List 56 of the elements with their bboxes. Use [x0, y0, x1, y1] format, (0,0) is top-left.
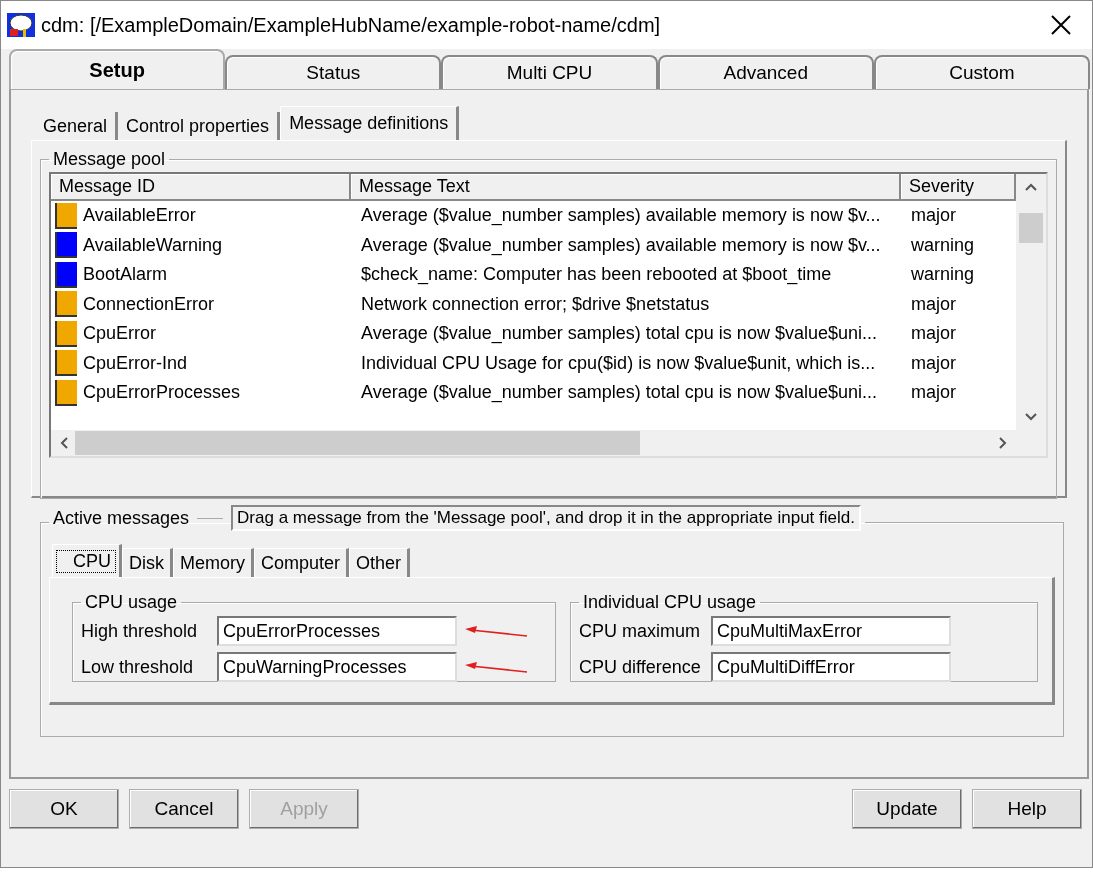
tab[interactable]: Computer: [254, 548, 350, 577]
input-field[interactable]: CpuMultiMaxError: [711, 616, 951, 646]
tab[interactable]: Multi CPU: [441, 55, 658, 89]
input-field[interactable]: CpuMultiDiffError: [711, 652, 951, 682]
tab[interactable]: Custom: [873, 55, 1090, 89]
field-label: Low threshold: [81, 656, 195, 678]
message-text: Network connection error; $drive $netstatus: [360, 293, 711, 315]
message-id[interactable]: AvailableError: [83, 205, 196, 227]
field-label: High threshold: [81, 620, 199, 642]
message-text: Individual CPU Usage for cpu($id) is now $value$unit, which is...: [360, 352, 877, 374]
column-header[interactable]: Message Text: [351, 174, 901, 201]
severity-text: major: [910, 352, 957, 374]
tab[interactable]: Other: [349, 548, 411, 577]
dialog-button[interactable]: Cancel: [129, 789, 239, 829]
group-title: CPU usage: [84, 592, 179, 613]
scrollbar-thumb[interactable]: [1019, 213, 1043, 243]
group-title: Active messages: [53, 507, 190, 529]
tab[interactable]: Advanced: [657, 55, 874, 89]
dialog-button[interactable]: Help: [972, 789, 1082, 829]
column-header[interactable]: Message ID: [51, 174, 351, 201]
input-field[interactable]: CpuErrorProcesses: [217, 616, 457, 646]
severity-text: major: [910, 323, 957, 345]
message-id[interactable]: AvailableWarning: [83, 234, 223, 256]
tab[interactable]: CPU: [52, 544, 122, 577]
app-icon: [7, 11, 35, 39]
dialog-button[interactable]: OK: [9, 789, 119, 829]
message-id[interactable]: CpuError: [83, 323, 157, 345]
tab[interactable]: Setup: [9, 49, 226, 89]
severity-text: major: [910, 293, 957, 315]
message-id[interactable]: CpuError-Ind: [83, 352, 188, 374]
message-text: $check_name: Computer has been rebooted at $boot_time: [360, 264, 833, 286]
message-id[interactable]: BootAlarm: [83, 264, 168, 286]
input-field[interactable]: CpuWarningProcesses: [217, 652, 457, 682]
hint-text: Drag a message from the 'Message pool', and drop it in the appropriate input field.: [231, 505, 861, 531]
severity-text: warning: [910, 264, 976, 286]
message-text: Average ($value_number samples) total cpu is now $value$uni...: [360, 323, 878, 345]
group-title: Message pool: [52, 149, 167, 170]
group-title: Individual CPU usage: [582, 592, 758, 613]
window-title: cdm: [/ExampleDomain/ExampleHubName/example-robot-name/cdm]: [41, 13, 662, 37]
severity-text: major: [910, 205, 957, 227]
scrollbar-thumb[interactable]: [75, 431, 640, 455]
message-text: Average ($value_number samples) available memory is now $v...: [360, 205, 882, 227]
dialog-button[interactable]: Update: [852, 789, 962, 829]
message-text: Average ($value_number samples) available memory is now $v...: [360, 234, 882, 256]
tab[interactable]: Status: [225, 55, 442, 89]
severity-text: major: [910, 382, 957, 404]
message-text: Average ($value_number samples) total cpu is now $value$uni...: [360, 382, 878, 404]
severity-text: warning: [910, 234, 976, 256]
message-id[interactable]: ConnectionError: [83, 293, 215, 315]
message-id[interactable]: CpuErrorProcesses: [83, 382, 241, 404]
tab[interactable]: Memory: [173, 548, 255, 577]
tab[interactable]: Disk: [122, 548, 173, 577]
close-icon[interactable]: [1050, 14, 1072, 36]
field-label: CPU maximum: [579, 620, 701, 642]
tab[interactable]: Message definitions: [280, 106, 460, 140]
field-label: CPU difference: [579, 656, 702, 678]
